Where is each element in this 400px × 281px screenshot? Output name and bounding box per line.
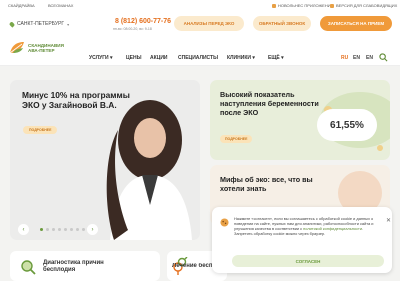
phone-number[interactable]: 8 (812) 600-77-76: [115, 18, 171, 25]
slider-prev-button[interactable]: ‹: [18, 224, 29, 235]
accessibility-link[interactable]: ВЕРСИЯ ДЛЯ СЛАБОВИДЯЩИХ: [330, 3, 397, 8]
logo-leaf-icon: [9, 42, 24, 54]
slider-dot[interactable]: [52, 228, 55, 231]
working-hours: пн-вс: 08:00-20, вс: 9-18: [113, 27, 152, 31]
cookie-text: Нажмите «согласен», если вы соглашаетесь…: [234, 216, 379, 237]
close-icon[interactable]: ✕: [386, 217, 391, 224]
accessibility-label: ВЕРСИЯ ДЛЯ СЛАБОВИДЯЩИХ: [336, 3, 398, 8]
slider-dot[interactable]: [76, 228, 79, 231]
slider-dots[interactable]: [40, 228, 91, 231]
card-more-button[interactable]: ПОДРОБНЕЕ: [220, 135, 253, 143]
cookie-accept-button[interactable]: СОГЛАСЕН: [232, 255, 384, 267]
location-pin-icon: [8, 20, 16, 28]
eye-icon: [330, 3, 334, 8]
top-bar: СКАЙДРАЙВА ВСЕОМАНАХ НОВОЛЬНЕС ПРИЛОЖЕНИ…: [0, 0, 400, 10]
cookie-banner: Нажмите «согласен», если вы соглашаетесь…: [212, 207, 392, 273]
slider-dot[interactable]: [64, 228, 67, 231]
analysis-button[interactable]: АНАЛИЗЫ ПЕРЕД ЭКО: [174, 16, 244, 31]
nav-item-clinics[interactable]: КЛИНИКИ ▾: [227, 55, 255, 61]
hero-title: Минус 10% на программы ЭКО у Загайновой …: [22, 90, 130, 110]
slider-next-button[interactable]: ›: [87, 224, 98, 235]
appointment-button[interactable]: ЗАПИСАТЬСЯ НА ПРИЕМ: [320, 16, 392, 31]
nav-item-more[interactable]: ЕЩЁ ▾: [268, 55, 284, 61]
app-link-label: НОВОЛЬНЕС ПРИЛОЖЕНИЕ: [278, 3, 334, 8]
top-link-2[interactable]: ВСЕОМАНАХ: [48, 3, 73, 8]
nav-item-prices[interactable]: ЦЕНЫ: [126, 55, 142, 61]
logo[interactable]: СКАНДИНАВИЯ АВА-ПЕТЕР: [9, 41, 64, 54]
nav-item-promotions[interactable]: АКЦИИ: [150, 55, 168, 61]
card-title: Мифы об эко: все, что вы хотели знать: [220, 175, 313, 193]
slider-dot[interactable]: [46, 228, 49, 231]
service-card-diagnostics[interactable]: Диагностика причин бесплодия: [10, 251, 160, 281]
cookie-icon: [220, 218, 229, 227]
logo-line-1: СКАНДИНАВИЯ: [28, 42, 64, 48]
service-title: Диагностика причин бесплодия: [43, 260, 104, 273]
hero-more-button[interactable]: ПОДРОБНЕЕ: [23, 126, 58, 134]
app-link[interactable]: НОВОЛЬНЕС ПРИЛОЖЕНИЕ: [272, 3, 333, 8]
chevron-down-icon: ▾: [67, 21, 70, 27]
phone-icon: [272, 3, 276, 8]
search-icon[interactable]: [379, 53, 388, 62]
slider-dot[interactable]: [40, 228, 43, 231]
lang-en[interactable]: EN: [353, 55, 360, 61]
callback-button[interactable]: ОБРАТНЫЙ ЗВОНОК: [253, 16, 311, 31]
nav-item-specialists[interactable]: СПЕЦИАЛИСТЫ: [178, 55, 218, 61]
logo-line-2: АВА-ПЕТЕР: [28, 47, 55, 53]
card-title: Высокий показатель наступления беременно…: [220, 90, 319, 117]
slider-dot[interactable]: [58, 228, 61, 231]
nav-item-services[interactable]: УСЛУГИ ▾: [89, 55, 113, 61]
slider-dot[interactable]: [82, 228, 85, 231]
site-header: САНКТ-ПЕТЕРБУРГ ▾ 8 (812) 600-77-76 пн-в…: [0, 10, 400, 66]
magnifier-icon: [21, 260, 36, 275]
pregnancy-rate-badge: 61,55%: [317, 109, 377, 141]
hero-banner[interactable]: Минус 10% на программы ЭКО у Загайновой …: [10, 80, 200, 240]
lang-ru[interactable]: RU: [341, 55, 348, 61]
city-selector[interactable]: САНКТ-ПЕТЕРБУРГ ▾: [8, 20, 70, 28]
top-link-1[interactable]: СКАЙДРАЙВА: [8, 3, 35, 8]
city-label: САНКТ-ПЕТЕРБУРГ: [17, 21, 65, 27]
slider-dot[interactable]: [70, 228, 73, 231]
lang-en-2[interactable]: EN: [366, 55, 373, 61]
